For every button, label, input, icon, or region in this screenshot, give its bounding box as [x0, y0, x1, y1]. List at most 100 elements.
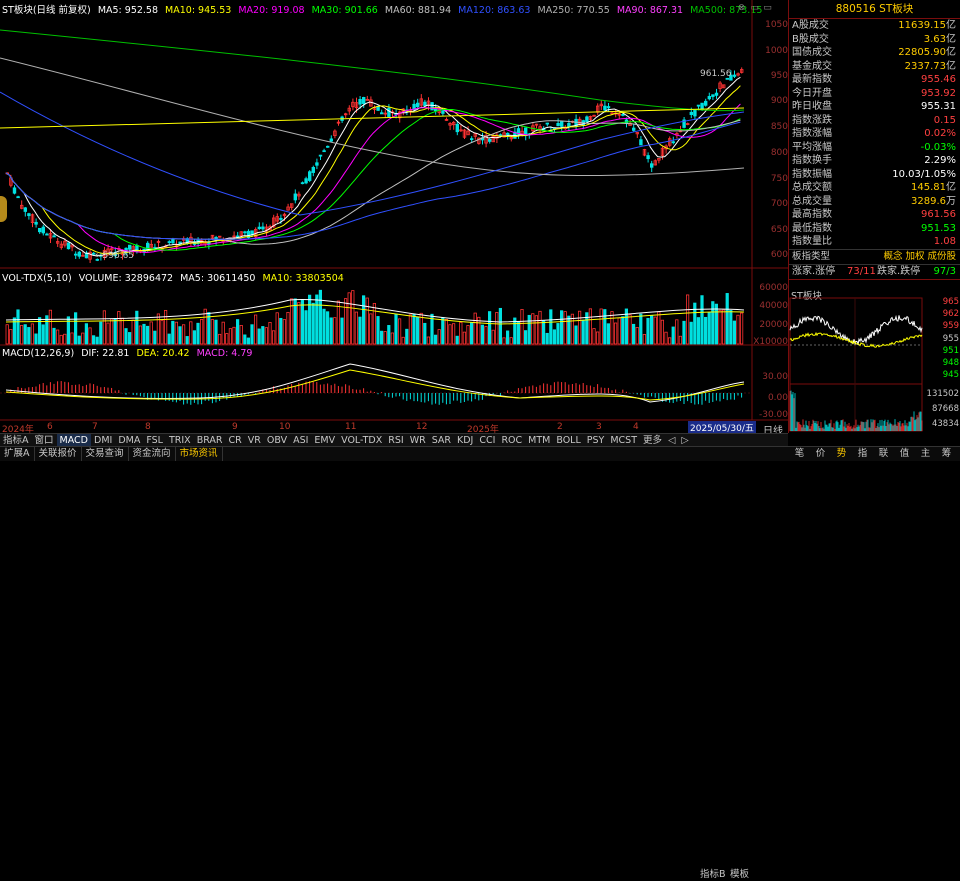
- volume-bar: [253, 314, 258, 345]
- tab-indicator-b[interactable]: 指标B: [697, 868, 729, 881]
- stat-label: 平均涨幅: [792, 141, 832, 153]
- volume-bar: [668, 337, 672, 345]
- volume-bar: [433, 334, 438, 345]
- intraday-mini-chart[interactable]: ST板块 965 962 959 955 951 948 945 131502 …: [789, 288, 960, 433]
- down-label: 跌家.跌停: [877, 265, 921, 277]
- main-chart-panel[interactable]: ST板块(日线 前复权) MA5: 952.58 MA10: 945.53 MA…: [0, 0, 789, 437]
- tab-zhu[interactable]: 主: [915, 447, 936, 461]
- volume-bar: [84, 323, 88, 345]
- volume-bar: [365, 297, 369, 345]
- vol-label: VOL-TDX(5,10): [2, 273, 72, 284]
- candle-body: [632, 127, 636, 131]
- stat-number: 955.46: [921, 74, 956, 85]
- stat-number: 11639.15: [898, 20, 946, 31]
- volume-bar: [113, 318, 117, 345]
- stat-unit: 亿: [946, 33, 956, 45]
- volume-bar: [376, 316, 380, 345]
- stat-value: 11639.15亿: [898, 19, 956, 33]
- candle-body: [671, 141, 675, 144]
- volume-bar: [646, 317, 650, 345]
- stat-label: 总成交额: [792, 182, 832, 193]
- volume-legend: VOL-TDX(5,10) VOLUME: 32896472 MA5: 3061…: [2, 273, 348, 284]
- tab-lian[interactable]: 联: [873, 447, 894, 461]
- volume-bar: [138, 325, 142, 345]
- price-tick: 700: [770, 199, 788, 209]
- macd-dea-line: [5, 369, 745, 401]
- candle-body: [304, 178, 308, 184]
- volume-bar: [729, 310, 733, 345]
- stat-label: 今日开盘: [792, 87, 832, 99]
- macd-tick: 0.00: [767, 393, 788, 403]
- volume-bar: [588, 308, 593, 345]
- tab-bi[interactable]: 笔: [789, 447, 810, 461]
- volume-bar: [592, 328, 596, 345]
- stat-unit: 万: [946, 195, 956, 207]
- volume-bar: [243, 334, 247, 345]
- vol-ma10: MA10: 33803504: [262, 273, 344, 284]
- volume-bar: [102, 310, 106, 345]
- stat-row: 最新指数 955.46: [789, 73, 960, 87]
- stat-row: 基金成交 2337.73亿: [789, 60, 960, 74]
- volume-bar: [718, 309, 722, 345]
- tab-jia[interactable]: 价: [810, 447, 831, 461]
- panel-title: 880516 ST板块: [789, 0, 960, 19]
- mini-vol-tick: 43834: [931, 419, 959, 429]
- volume-bar: [250, 324, 254, 345]
- ma90-line: [0, 91, 745, 216]
- volume-bar: [322, 308, 326, 345]
- stat-value: 961.56: [921, 208, 956, 222]
- volume-bar: [74, 312, 78, 345]
- collapse-handle[interactable]: [0, 196, 7, 222]
- sector-type-value[interactable]: 概念 加权 成份股: [883, 250, 956, 264]
- stat-row: 指数振幅 10.03/1.05%: [789, 168, 960, 182]
- tab-extend-a[interactable]: 扩展A: [0, 447, 35, 461]
- volume-bar: [160, 319, 164, 345]
- volume-bar: [232, 326, 236, 345]
- tab-trade-query[interactable]: 交易查询: [82, 447, 129, 461]
- candlestick-chart[interactable]: [0, 0, 788, 433]
- volume-bar: [574, 325, 578, 345]
- volume-bar: [455, 335, 459, 345]
- volume-bar: [397, 318, 402, 345]
- stat-row: 总成交额 145.81亿: [789, 181, 960, 195]
- tab-related-quotes[interactable]: 关联报价: [35, 447, 82, 461]
- stat-number: 2337.73: [904, 60, 946, 72]
- tab-fund-flow[interactable]: 资金流向: [129, 447, 176, 461]
- stat-value: 955.31: [921, 100, 956, 114]
- volume-bar: [671, 326, 675, 345]
- stat-value: 10.03/1.05%: [892, 168, 956, 182]
- volume-bar: [95, 336, 99, 345]
- tab-zhi2[interactable]: 值: [894, 447, 915, 461]
- stat-value: 3.63亿: [924, 33, 956, 47]
- stat-row: A股成交 11639.15亿: [789, 19, 960, 33]
- price-tick: 1000: [765, 46, 788, 56]
- tab-shi[interactable]: 势: [831, 447, 852, 461]
- stat-number: 2.29%: [924, 155, 956, 166]
- candle-body: [315, 162, 319, 166]
- volume-bar: [307, 294, 312, 345]
- volume-bar: [34, 333, 38, 345]
- macd-dea: DEA: 20.42: [136, 348, 190, 359]
- down-value: 97/3: [933, 265, 956, 277]
- tab-market-news[interactable]: 市场资讯: [176, 447, 223, 461]
- right-view-tabs: 笔价势指联值主筹: [789, 446, 960, 461]
- volume-bar: [142, 323, 146, 345]
- volume-bar: [545, 332, 549, 345]
- volume-bar: [678, 335, 683, 345]
- candle-body: [261, 226, 265, 230]
- candle-body: [77, 251, 81, 257]
- tab-zhi[interactable]: 指: [852, 447, 873, 461]
- tab-template[interactable]: 模板: [727, 868, 752, 881]
- vol-tick: 40000: [759, 301, 788, 311]
- volume-bar: [41, 324, 45, 345]
- stat-number: 1.08: [933, 236, 956, 247]
- mini-tick: 951: [942, 346, 959, 356]
- candle-body: [74, 253, 78, 256]
- tab-chou[interactable]: 筹: [936, 447, 957, 461]
- candle-body: [455, 123, 459, 133]
- volume-bar: [300, 299, 305, 345]
- volume-bar: [415, 316, 420, 345]
- volume-bar: [56, 329, 60, 345]
- candle-body: [603, 105, 607, 111]
- mini-vol-tick: 131502: [926, 389, 959, 399]
